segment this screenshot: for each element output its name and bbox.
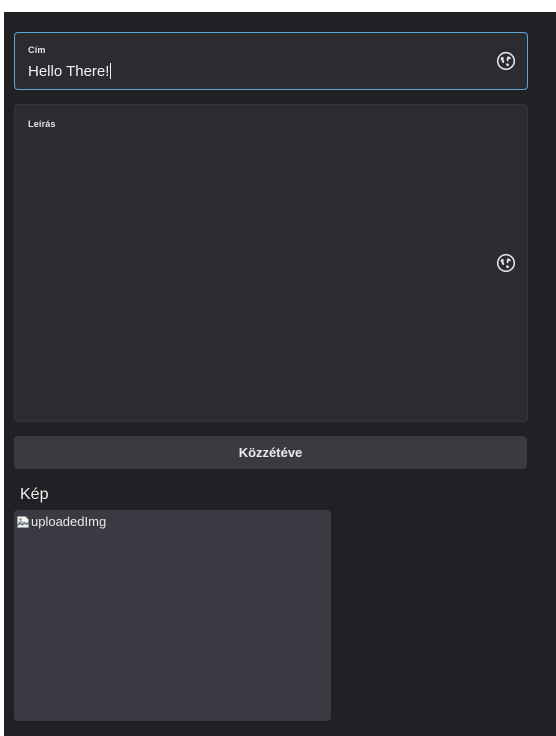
- text-caret: [110, 63, 112, 79]
- form-panel: Cím Hello There! Leírás Közzétéve Kép up…: [4, 12, 556, 736]
- broken-image: uploadedImg: [16, 514, 106, 529]
- image-alt-text: uploadedImg: [31, 514, 107, 529]
- publish-button[interactable]: Közzétéve: [14, 436, 527, 469]
- title-field-value: Hello There!: [28, 63, 110, 80]
- title-field[interactable]: Cím Hello There!: [14, 32, 528, 90]
- image-section-title: Kép: [20, 486, 49, 503]
- broken-image-icon: [17, 515, 29, 528]
- title-field-input[interactable]: Hello There!: [28, 63, 112, 80]
- description-field[interactable]: Leírás: [14, 104, 528, 422]
- uploaded-image[interactable]: uploadedImg: [14, 510, 331, 721]
- description-field-label: Leírás: [28, 119, 56, 129]
- globe-icon[interactable]: [496, 253, 516, 273]
- globe-icon[interactable]: [496, 51, 516, 71]
- title-field-label: Cím: [28, 45, 46, 55]
